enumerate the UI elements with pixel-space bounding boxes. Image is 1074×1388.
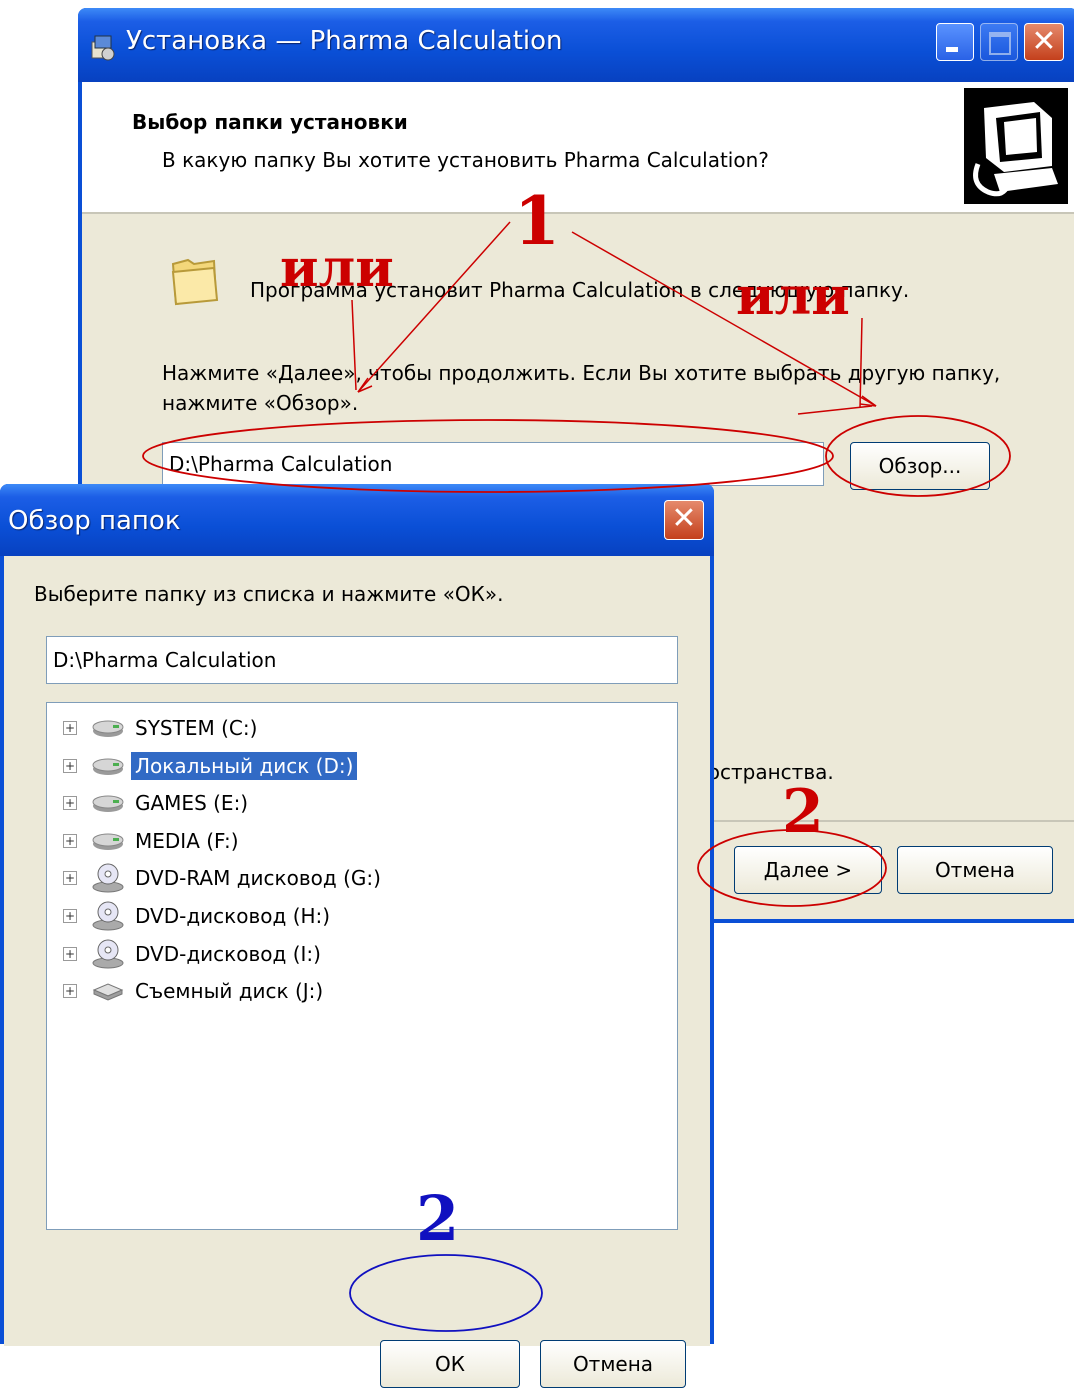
browse-cancel-button[interactable]: Отмена: [540, 1340, 686, 1388]
browse-close-button[interactable]: ✕: [664, 500, 704, 540]
next-button[interactable]: Далее >: [734, 846, 882, 894]
browse-folder-dialog: Обзор папок ✕ Выберите папку из списка и…: [0, 484, 714, 1388]
expand-icon[interactable]: +: [63, 871, 77, 886]
dvd-drive-icon: [91, 939, 125, 969]
close-icon: ✕: [671, 501, 697, 536]
tree-item-label: GAMES (E:): [135, 791, 249, 816]
expand-icon[interactable]: +: [63, 796, 77, 811]
hard-drive-icon: [91, 826, 125, 856]
expand-icon[interactable]: +: [63, 909, 77, 923]
close-icon: ✕: [1031, 24, 1057, 59]
tree-item-label: Локальный диск (D:): [131, 751, 358, 780]
dvd-drive-icon: [91, 863, 125, 893]
expand-icon[interactable]: +: [63, 984, 77, 999]
browse-title: Обзор папок: [8, 506, 181, 536]
tree-item-label: SYSTEM (C:): [135, 716, 258, 740]
folder-icon: [171, 258, 219, 306]
installer-icon: [91, 35, 115, 61]
folder-tree[interactable]: + SYSTEM (C:) + Локальный диск (D:) + GAMES (…: [46, 702, 678, 1230]
computer-logo-icon: [964, 88, 1068, 204]
instructions-text: Нажмите «Далее», чтобы продолжить. Если …: [162, 361, 1001, 415]
tree-item-label: DVD-дисковод (I:): [135, 941, 321, 966]
page-subtitle: В какую папку Вы хотите установить Pharm…: [162, 148, 769, 172]
setup-titlebar[interactable]: Установка — Pharma Calculation ✕: [78, 8, 1074, 82]
browse-button[interactable]: Обзор...: [850, 442, 990, 490]
expand-icon[interactable]: +: [63, 721, 77, 735]
folder-path-input[interactable]: D:\Pharma Calculation: [46, 636, 678, 684]
close-button[interactable]: ✕: [1024, 23, 1064, 61]
install-path-input[interactable]: D:\Pharma Calculation: [162, 442, 824, 486]
browse-body: Выберите папку из списка и нажмите «ОК».…: [4, 556, 710, 1388]
tree-item-label: DVD-RAM дисковод (G:): [135, 866, 381, 891]
browse-prompt: Выберите папку из списка и нажмите «ОК».: [34, 582, 504, 606]
hard-drive-icon: [91, 713, 125, 743]
expand-icon[interactable]: +: [63, 758, 77, 773]
ok-button[interactable]: ОК: [380, 1340, 520, 1388]
install-info-text: Программа установит Pharma Calculation в…: [250, 278, 910, 302]
hard-drive-icon: [91, 788, 125, 818]
browse-titlebar[interactable]: Обзор папок ✕: [0, 484, 714, 556]
maximize-button[interactable]: [980, 23, 1018, 61]
setup-title: Установка — Pharma Calculation: [126, 26, 563, 56]
setup-header: Выбор папки установки В какую папку Вы х…: [82, 82, 1074, 214]
tree-item-label: MEDIA (F:): [135, 828, 239, 853]
page-title: Выбор папки установки: [132, 110, 408, 134]
expand-icon[interactable]: +: [63, 946, 77, 961]
tree-item-label: DVD-дисковод (H:): [135, 904, 331, 928]
expand-icon[interactable]: +: [63, 833, 77, 848]
dvd-drive-icon: [91, 901, 125, 931]
hard-drive-icon: [91, 751, 125, 781]
removable-drive-icon: [91, 976, 125, 1006]
tree-item-label: Съемный диск (J:): [135, 979, 324, 1004]
minimize-button[interactable]: [936, 23, 974, 61]
setup-cancel-button[interactable]: Отмена: [897, 846, 1053, 894]
